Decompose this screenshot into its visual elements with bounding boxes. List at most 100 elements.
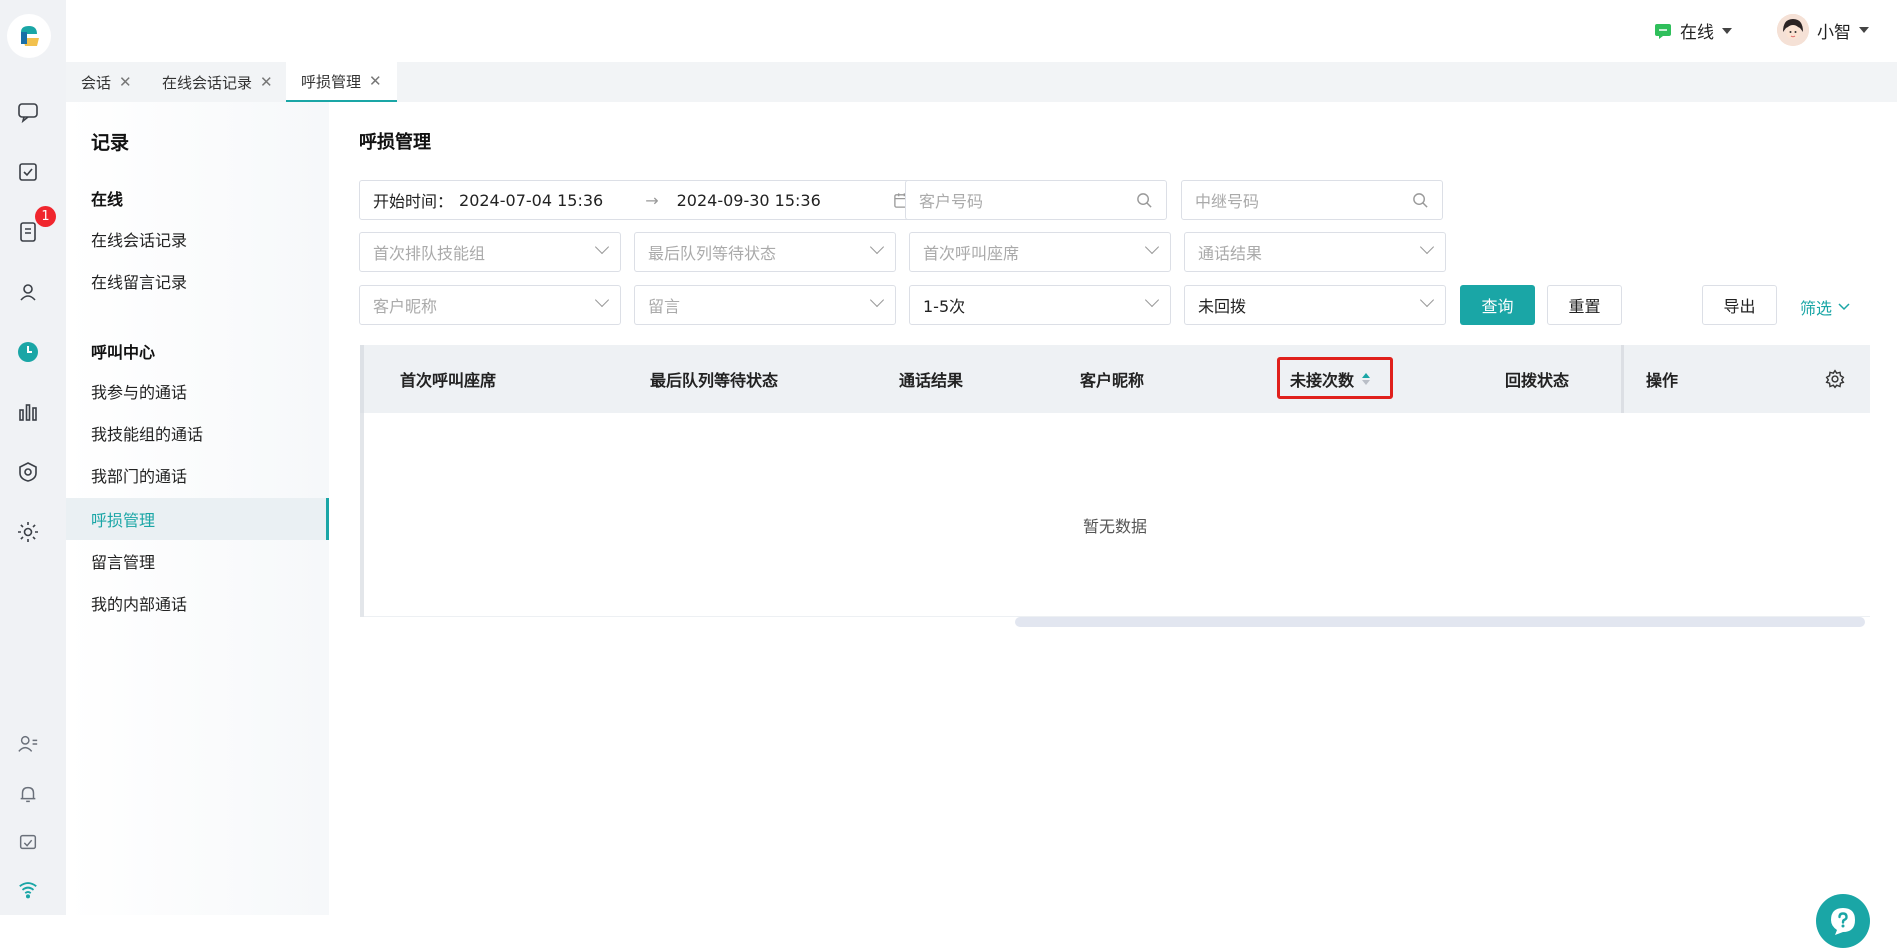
arrow-right-icon: → xyxy=(645,191,658,210)
inbox-icon[interactable] xyxy=(15,829,41,855)
sidebar-item-online-message-records[interactable]: 在线留言记录 xyxy=(66,260,329,302)
table-body: 暂无数据 xyxy=(360,413,1870,617)
settings-icon[interactable] xyxy=(15,519,41,545)
start-date[interactable]: 2024-07-04 15:36 xyxy=(459,191,603,210)
close-icon[interactable]: ✕ xyxy=(260,73,273,91)
chevron-down-icon xyxy=(1145,293,1159,307)
contact-icon[interactable] xyxy=(15,279,41,305)
top-bar: 在线 小智 xyxy=(66,0,1897,62)
tabs-bar: 会话 ✕ 在线会话记录 ✕ 呼损管理 ✕ xyxy=(66,62,1897,102)
question-chat-icon xyxy=(1826,904,1860,938)
export-button[interactable]: 导出 xyxy=(1702,285,1777,325)
column-settings-gear-icon[interactable] xyxy=(1825,345,1845,413)
filter-toggle[interactable]: 筛选 xyxy=(1800,295,1850,319)
clock-icon[interactable] xyxy=(15,339,41,365)
missed-count-select[interactable]: 1-5次 xyxy=(909,285,1171,325)
app-logo xyxy=(7,14,51,58)
search-icon[interactable] xyxy=(1136,192,1153,213)
table-header: 首次呼叫座席 最后队列等待状态 通话结果 客户昵称 未接次数 回拨状态 操作 xyxy=(360,345,1870,413)
reset-button[interactable]: 重置 xyxy=(1547,285,1622,325)
placeholder-text: 最后队列等待状态 xyxy=(648,240,776,264)
user-menu[interactable]: 小智 xyxy=(1777,14,1869,46)
wifi-icon xyxy=(15,876,41,902)
sidebar-item-skill-group-calls[interactable]: 我技能组的通话 xyxy=(66,412,329,454)
sidebar-item-my-calls[interactable]: 我参与的通话 xyxy=(66,370,329,412)
fixed-column-divider xyxy=(1621,345,1624,413)
date-range-picker[interactable]: 开始时间： 2024-07-04 15:36 → 2024-09-30 15:3… xyxy=(359,180,924,220)
placeholder-text: 客户号码 xyxy=(919,188,983,212)
column-header-first-agent[interactable]: 首次呼叫座席 xyxy=(400,345,496,413)
tab-label: 在线会话记录 xyxy=(162,72,252,93)
call-result-select[interactable]: 通话结果 xyxy=(1184,232,1446,272)
online-status-dropdown[interactable]: 在线 xyxy=(1654,18,1732,43)
query-button[interactable]: 查询 xyxy=(1460,285,1535,325)
sidebar-item-department-calls[interactable]: 我部门的通话 xyxy=(66,454,329,496)
date-range-label: 开始时间： xyxy=(373,188,453,212)
search-icon[interactable] xyxy=(1412,192,1429,213)
last-queue-status-select[interactable]: 最后队列等待状态 xyxy=(634,232,896,272)
main-content: 呼损管理 开始时间： 2024-07-04 15:36 → 2024-09-30… xyxy=(329,102,1897,915)
first-skill-group-select[interactable]: 首次排队技能组 xyxy=(359,232,621,272)
sidebar-item-internal-calls[interactable]: 我的内部通话 xyxy=(66,582,329,624)
sidebar-item-call-loss[interactable]: 呼损管理 xyxy=(66,498,329,540)
column-header-call-result[interactable]: 通话结果 xyxy=(899,345,963,413)
notification-badge: 1 xyxy=(35,206,56,227)
status-label: 在线 xyxy=(1680,18,1714,43)
horizontal-scrollbar[interactable] xyxy=(1015,617,1865,627)
column-header-callback-status[interactable]: 回拨状态 xyxy=(1505,345,1569,413)
page-title: 呼损管理 xyxy=(359,128,431,154)
chevron-down-icon xyxy=(870,293,884,307)
column-header-actions: 操作 xyxy=(1646,345,1678,413)
user-name: 小智 xyxy=(1817,18,1851,43)
chevron-down-icon xyxy=(870,240,884,254)
first-agent-select[interactable]: 首次呼叫座席 xyxy=(909,232,1171,272)
help-button[interactable] xyxy=(1816,894,1870,948)
chevron-down-icon xyxy=(1838,303,1850,311)
column-header-last-queue-status[interactable]: 最后队列等待状态 xyxy=(650,345,778,413)
sidebar-title: 记录 xyxy=(91,128,129,155)
close-icon[interactable]: ✕ xyxy=(369,72,382,90)
customer-nickname-select[interactable]: 客户昵称 xyxy=(359,285,621,325)
chat-status-icon xyxy=(1654,22,1672,40)
chevron-down-icon xyxy=(1420,240,1434,254)
selected-value: 1-5次 xyxy=(923,293,965,317)
placeholder-text: 首次排队技能组 xyxy=(373,240,485,264)
sidebar-item-online-session-records[interactable]: 在线会话记录 xyxy=(66,218,329,260)
shield-icon[interactable] xyxy=(15,459,41,485)
tab-call-loss[interactable]: 呼损管理 ✕ xyxy=(286,62,397,102)
chevron-down-icon xyxy=(1145,240,1159,254)
placeholder-text: 通话结果 xyxy=(1198,240,1262,264)
message-select[interactable]: 留言 xyxy=(634,285,896,325)
placeholder-text: 客户昵称 xyxy=(373,293,437,317)
chevron-down-icon xyxy=(1859,27,1869,33)
chevron-down-icon xyxy=(1420,293,1434,307)
empty-state-text: 暂无数据 xyxy=(360,513,1870,537)
icon-rail: 1 xyxy=(0,0,66,915)
user-manage-icon[interactable] xyxy=(15,731,41,757)
tab-conversation[interactable]: 会话 ✕ xyxy=(66,62,147,102)
placeholder-text: 首次呼叫座席 xyxy=(923,240,1019,264)
placeholder-text: 中继号码 xyxy=(1195,188,1259,212)
chevron-down-icon xyxy=(1722,28,1732,34)
column-header-customer-nickname[interactable]: 客户昵称 xyxy=(1080,345,1144,413)
group-online: 在线 xyxy=(91,186,123,210)
bell-icon[interactable] xyxy=(15,781,41,807)
close-icon[interactable]: ✕ xyxy=(119,73,132,91)
trunk-number-input[interactable]: 中继号码 xyxy=(1181,180,1443,220)
tab-online-records[interactable]: 在线会话记录 ✕ xyxy=(147,62,288,102)
records-sidebar: 记录 在线 在线会话记录 在线留言记录 呼叫中心 我参与的通话 我技能组的通话 … xyxy=(66,102,329,915)
customer-number-input[interactable]: 客户号码 xyxy=(905,180,1167,220)
tab-label: 会话 xyxy=(81,72,111,93)
highlight-box xyxy=(1277,357,1393,399)
chevron-down-icon xyxy=(595,293,609,307)
filter-label: 筛选 xyxy=(1800,295,1832,319)
chart-icon[interactable] xyxy=(15,399,41,425)
placeholder-text: 留言 xyxy=(648,293,680,317)
callback-status-select[interactable]: 未回拨 xyxy=(1184,285,1446,325)
chat-icon[interactable] xyxy=(15,99,41,125)
table-left-border xyxy=(360,345,364,413)
group-call-center: 呼叫中心 xyxy=(91,339,155,363)
task-icon[interactable] xyxy=(15,159,41,185)
sidebar-item-message-management[interactable]: 留言管理 xyxy=(66,540,329,582)
end-date[interactable]: 2024-09-30 15:36 xyxy=(677,191,821,210)
